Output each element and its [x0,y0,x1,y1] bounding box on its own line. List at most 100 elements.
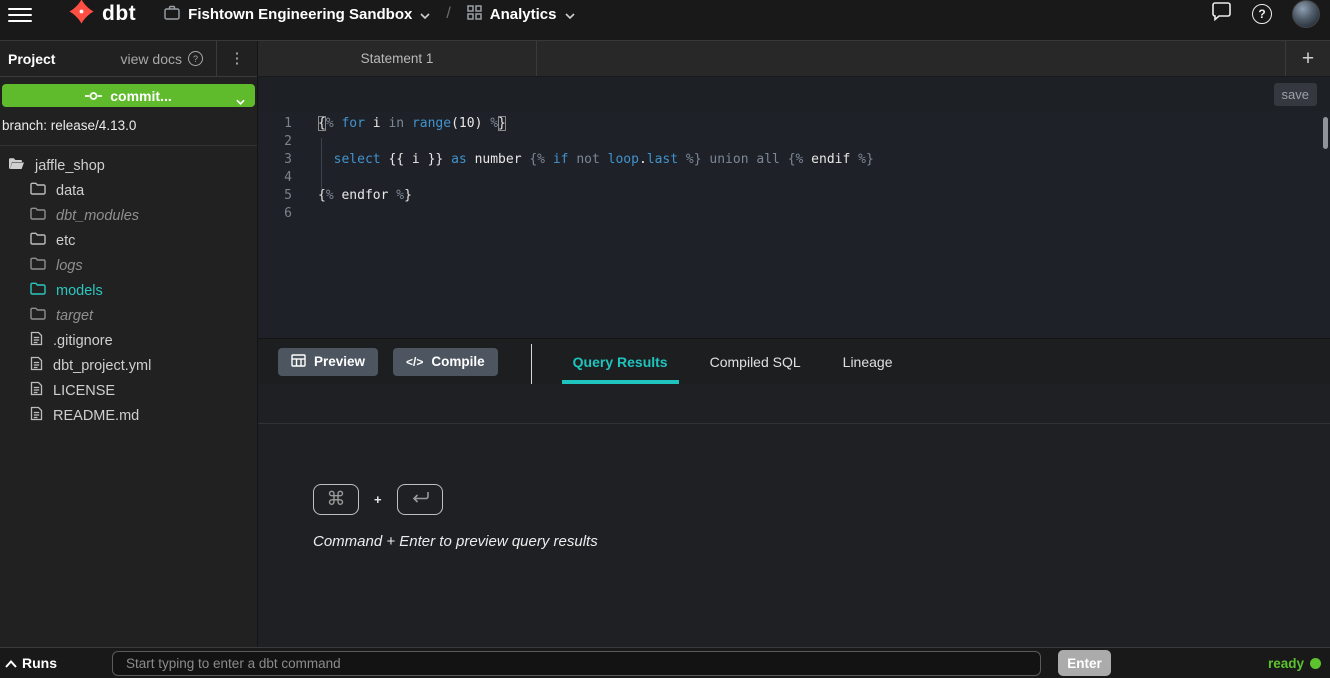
hint-text: Command + Enter to preview query results [313,533,598,550]
project-name: Analytics [490,6,557,23]
compile-button[interactable]: </> Compile [393,348,498,376]
editor-action-row: save [258,77,1330,111]
tree-item-etc[interactable]: etc [0,228,257,253]
tree-item-label: logs [56,258,83,274]
folder-open-icon [8,157,25,174]
enter-button[interactable]: Enter [1058,650,1111,676]
file-icon [30,356,43,375]
tree-item-label: etc [56,233,75,249]
sidebar-title: Project [8,51,55,67]
top-bar: dbt Fishtown Engineering Sandbox / Analy… [0,0,1330,40]
code-icon: </> [406,355,423,369]
tree-item-label: data [56,183,84,199]
breadcrumb-separator: / [446,5,450,23]
branch-label: branch: release/4.13.0 [0,107,257,146]
app-body: Project view docs ? ⋮ commit... branch: … [0,40,1330,647]
line-number: 6 [258,205,292,223]
code-content: select {{ i }} as number {% if not loop.… [318,151,874,169]
tree-item-label: models [56,283,103,299]
tree-item-data[interactable]: data [0,178,257,203]
file-tree: jaffle_shopdata dbt_modulesetc logs models t… [0,146,257,428]
toolbar-divider [531,344,532,384]
status-indicator: ready [1268,656,1321,671]
results-tab-lineage[interactable]: Lineage [843,339,893,384]
dbt-logo-icon [68,0,95,30]
preview-button[interactable]: Preview [278,348,378,376]
folder-icon [30,182,46,199]
sidebar: Project view docs ? ⋮ commit... branch: … [0,41,258,647]
results-tabs: Query Results Compiled SQL Lineage [552,339,914,384]
help-icon[interactable]: ? [1252,4,1272,24]
command-key-icon: ⌘ [327,488,346,511]
user-avatar[interactable] [1292,0,1320,28]
results-tab-query-results[interactable]: Query Results [573,339,668,384]
folder-icon [30,232,46,249]
line-number: 1 [258,115,292,133]
compile-button-label: Compile [431,354,484,369]
tree-item-dbt-modules[interactable]: dbt_modules [0,203,257,228]
editor-scrollbar[interactable] [1323,117,1328,149]
tree-item-label: .gitignore [53,333,113,349]
git-commit-icon [85,88,102,104]
code-line-4: 4 [258,169,1330,187]
table-grid-icon [291,354,306,370]
commit-button[interactable]: commit... [2,84,255,107]
line-number: 5 [258,187,292,205]
enter-key-icon [409,489,431,511]
tree-item-dbt-project-yml[interactable]: dbt_project.yml [0,353,257,378]
tree-item-target[interactable]: target [0,303,257,328]
plus-label: + [374,492,382,507]
workspace-name: Fishtown Engineering Sandbox [188,6,412,23]
line-number: 2 [258,133,292,151]
runs-toggle[interactable]: Runs [0,655,57,671]
results-tab-compiled-sql[interactable]: Compiled SQL [710,339,801,384]
project-selector[interactable]: Analytics [467,5,575,24]
hamburger-menu-icon[interactable] [8,4,32,26]
tree-item--gitignore[interactable]: .gitignore [0,328,257,353]
line-number: 3 [258,151,292,169]
tree-item-jaffle-shop[interactable]: jaffle_shop [0,153,257,178]
folder-icon [30,257,46,274]
view-docs-link[interactable]: view docs ? [121,51,203,67]
runs-bar: Runs Enter ready [0,647,1330,678]
status-label: ready [1268,656,1304,671]
dbt-logo-text: dbt [102,2,136,26]
workspace-selector[interactable]: Fishtown Engineering Sandbox [164,5,430,24]
code-line-6: 6 [258,205,1330,223]
folder-icon [30,207,46,224]
tree-item-license[interactable]: LICENSE [0,378,257,403]
code-line-3: 3 select {{ i }} as number {% if not loo… [258,151,1330,169]
tree-item-readme-md[interactable]: README.md [0,403,257,428]
code-editor[interactable]: 1 {% for i in range(10) %} 23 select {{ i … [258,111,1330,339]
tree-item-models[interactable]: models [0,278,257,303]
tab-statement-1[interactable]: Statement 1 [258,41,537,76]
sidebar-header: Project view docs ? ⋮ [0,41,257,77]
file-icon [30,381,43,400]
folder-icon [30,282,46,299]
file-icon [30,331,43,350]
dbt-logo[interactable]: dbt [68,0,136,30]
view-docs-label: view docs [121,51,182,67]
tree-item-logs[interactable]: logs [0,253,257,278]
save-button[interactable]: save [1274,83,1317,106]
tree-item-label: LICENSE [53,383,115,399]
add-tab-button[interactable]: + [1285,41,1330,76]
dbt-command-input[interactable] [112,651,1041,676]
grid-icon [467,5,482,24]
tree-item-label: target [56,308,93,324]
tree-item-label: jaffle_shop [35,158,105,174]
code-line-5: 5 {% endfor %} [258,187,1330,205]
folder-icon [30,307,46,324]
chat-icon[interactable] [1211,2,1232,26]
line-number: 4 [258,169,292,187]
code-content: {% endfor %} [318,187,412,205]
command-keycap: ⌘ [313,484,359,515]
tree-item-label: README.md [53,408,139,424]
chevron-down-icon [236,92,245,108]
code-line-2: 2 [258,133,1330,151]
code-content: {% for i in range(10) %} [318,115,506,133]
chevron-down-icon [565,6,575,23]
question-circle-icon: ? [188,51,203,66]
kebab-menu-icon[interactable]: ⋮ [217,51,257,66]
file-icon [30,406,43,425]
